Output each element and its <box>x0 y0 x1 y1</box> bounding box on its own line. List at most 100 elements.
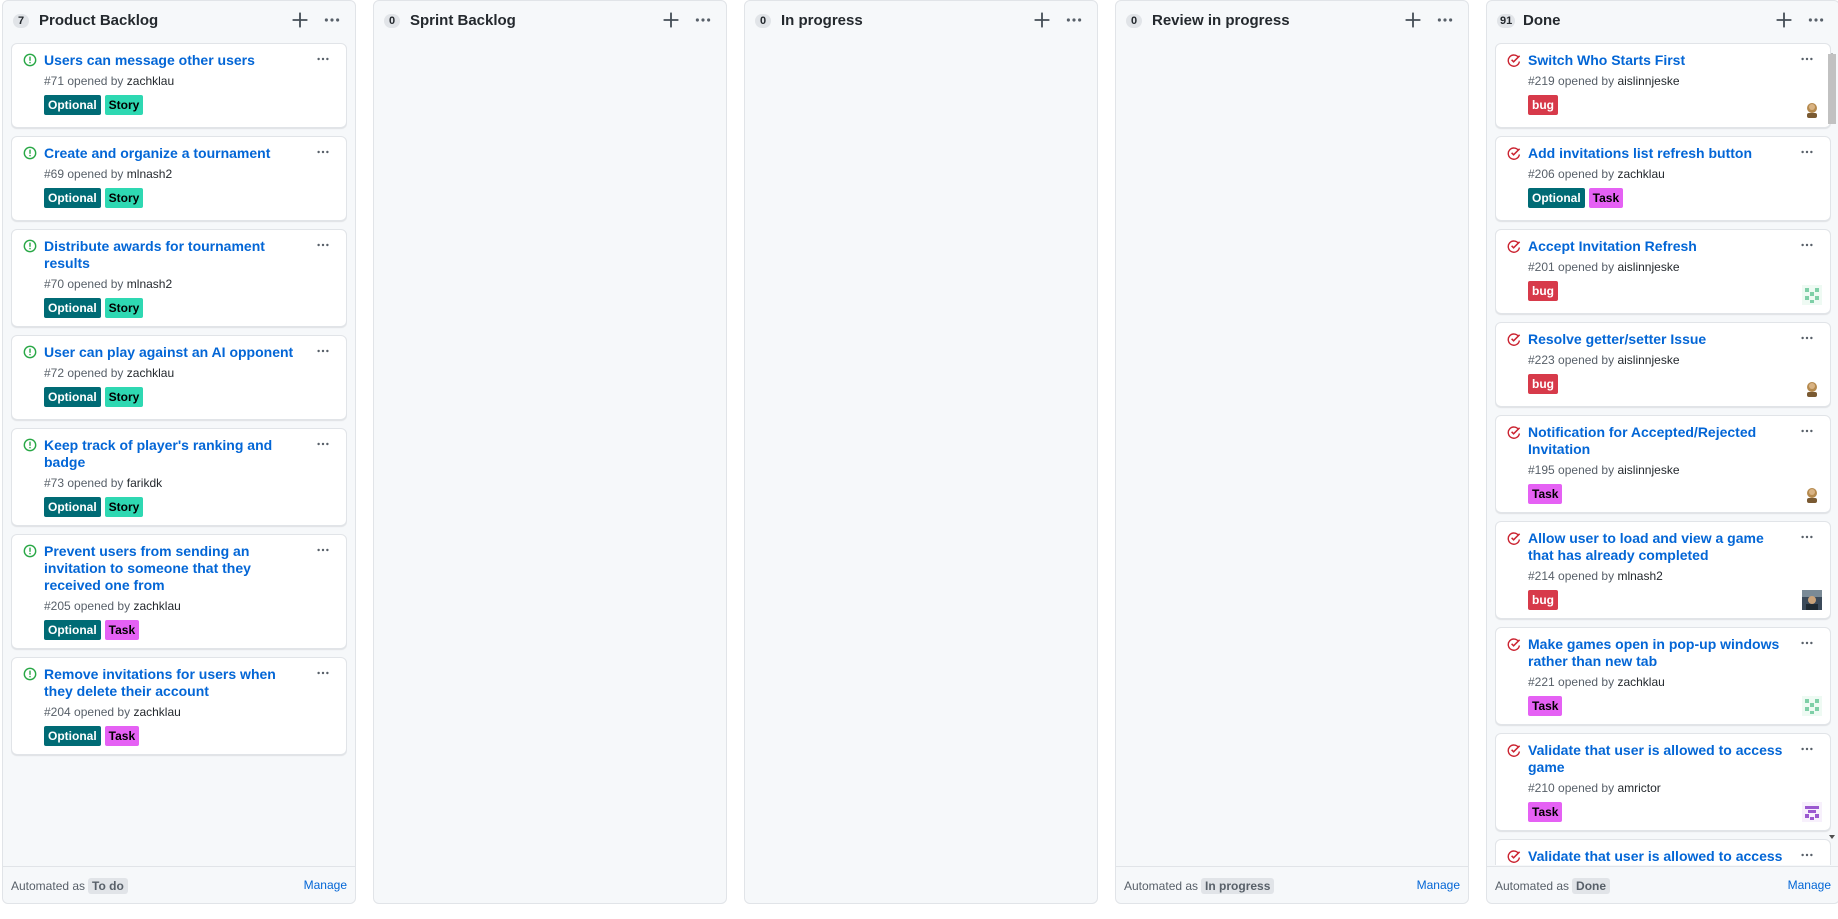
card-menu-dots-icon[interactable] <box>314 666 332 680</box>
issue-title-link[interactable]: Switch Who Starts First <box>1528 52 1784 69</box>
issue-author[interactable]: farikdk <box>127 476 162 490</box>
issue-title-link[interactable]: Remove invitations for users when they d… <box>44 666 300 700</box>
scroll-down-arrow-icon[interactable] <box>1827 828 1837 839</box>
label-optional[interactable]: Optional <box>44 726 101 746</box>
issue-title-link[interactable]: Make games open in pop-up windows rather… <box>1528 636 1784 670</box>
card-menu-dots-icon[interactable] <box>314 52 332 66</box>
card-menu-dots-icon[interactable] <box>314 145 332 159</box>
card-menu-dots-icon[interactable] <box>1798 742 1816 756</box>
add-card-plus-icon[interactable] <box>1033 11 1051 29</box>
issue-card[interactable]: Make games open in pop-up windows rather… <box>1495 627 1831 725</box>
issue-card[interactable]: Remove invitations for users when they d… <box>11 657 347 755</box>
issue-author[interactable]: zachklau <box>127 366 174 380</box>
label-task[interactable]: Task <box>1528 696 1563 716</box>
scroll-up-arrow-icon[interactable] <box>1827 46 1837 57</box>
issue-author[interactable]: zachklau <box>1617 675 1664 689</box>
assignee-avatar[interactable] <box>1802 378 1822 398</box>
issue-author[interactable]: zachklau <box>1617 167 1664 181</box>
card-menu-dots-icon[interactable] <box>314 543 332 557</box>
issue-author[interactable]: aislinnjeske <box>1617 353 1679 367</box>
add-card-plus-icon[interactable] <box>662 11 680 29</box>
issue-title-link[interactable]: Users can message other users <box>44 52 300 69</box>
manage-automation-link[interactable]: Manage <box>1788 878 1831 892</box>
label-optional[interactable]: Optional <box>44 497 101 517</box>
label-optional[interactable]: Optional <box>44 95 101 115</box>
assignee-avatar[interactable] <box>1802 696 1822 716</box>
card-menu-dots-icon[interactable] <box>1798 424 1816 438</box>
label-task[interactable]: Task <box>104 726 140 746</box>
label-task[interactable]: Task <box>1528 802 1563 822</box>
add-card-plus-icon[interactable] <box>1404 11 1422 29</box>
label-optional[interactable]: Optional <box>44 387 101 407</box>
issue-title-link[interactable]: Resolve getter/setter Issue <box>1528 331 1784 348</box>
issue-title-link[interactable]: Keep track of player's ranking and badge <box>44 437 300 471</box>
issue-author[interactable]: zachklau <box>133 599 180 613</box>
issue-title-link[interactable]: Create and organize a tournament <box>44 145 300 162</box>
issue-author[interactable]: aislinnjeske <box>1617 74 1679 88</box>
label-bug[interactable]: bug <box>1528 590 1558 610</box>
issue-author[interactable]: amrictor <box>1617 781 1660 795</box>
issue-card[interactable]: User can play against an AI opponent #72 … <box>11 335 347 420</box>
label-story[interactable]: Story <box>104 497 144 517</box>
issue-card[interactable]: Keep track of player's ranking and badge… <box>11 428 347 526</box>
label-story[interactable]: Story <box>104 387 144 407</box>
assignee-avatar[interactable] <box>1802 802 1822 822</box>
column-scrollbar[interactable] <box>1827 46 1837 839</box>
issue-author[interactable]: aislinnjeske <box>1617 463 1679 477</box>
label-bug[interactable]: bug <box>1528 281 1558 301</box>
card-menu-dots-icon[interactable] <box>1798 238 1816 252</box>
issue-title-link[interactable]: Validate that user is allowed to access … <box>1528 848 1784 865</box>
issue-card[interactable]: Allow user to load and view a game that … <box>1495 521 1831 619</box>
scrollbar-thumb[interactable] <box>1828 54 1836 124</box>
issue-title-link[interactable]: Accept Invitation Refresh <box>1528 238 1784 255</box>
label-bug[interactable]: bug <box>1528 95 1558 115</box>
label-optional[interactable]: Optional <box>44 298 101 318</box>
card-menu-dots-icon[interactable] <box>314 238 332 252</box>
card-menu-dots-icon[interactable] <box>1798 331 1816 345</box>
card-menu-dots-icon[interactable] <box>1798 52 1816 66</box>
issue-card[interactable]: Validate that user is allowed to access … <box>1495 733 1831 831</box>
manage-automation-link[interactable]: Manage <box>1417 878 1460 892</box>
issue-card[interactable]: Accept Invitation Refresh #201 opened by … <box>1495 229 1831 314</box>
issue-card[interactable]: Prevent users from sending an invitation… <box>11 534 347 649</box>
card-menu-dots-icon[interactable] <box>314 344 332 358</box>
issue-author[interactable]: zachklau <box>133 705 180 719</box>
issue-title-link[interactable]: Prevent users from sending an invitation… <box>44 543 300 594</box>
issue-title-link[interactable]: Validate that user is allowed to access … <box>1528 742 1784 776</box>
label-task[interactable]: Task <box>1528 484 1563 504</box>
column-menu-dots-icon[interactable] <box>1807 11 1825 29</box>
issue-card[interactable]: Resolve getter/setter Issue #223 opened b… <box>1495 322 1831 407</box>
card-menu-dots-icon[interactable] <box>1798 848 1816 862</box>
card-menu-dots-icon[interactable] <box>314 437 332 451</box>
add-card-plus-icon[interactable] <box>1775 11 1793 29</box>
manage-automation-link[interactable]: Manage <box>304 878 347 892</box>
issue-title-link[interactable]: Distribute awards for tournament results <box>44 238 300 272</box>
card-menu-dots-icon[interactable] <box>1798 145 1816 159</box>
label-task[interactable]: Task <box>1588 188 1624 208</box>
column-menu-dots-icon[interactable] <box>323 11 341 29</box>
label-optional[interactable]: Optional <box>44 188 101 208</box>
label-story[interactable]: Story <box>104 95 144 115</box>
column-menu-dots-icon[interactable] <box>694 11 712 29</box>
add-card-plus-icon[interactable] <box>291 11 309 29</box>
issue-author[interactable]: mlnash2 <box>127 167 172 181</box>
issue-card[interactable]: Switch Who Starts First #219 opened by ai… <box>1495 43 1831 128</box>
label-story[interactable]: Story <box>104 188 144 208</box>
card-menu-dots-icon[interactable] <box>1798 636 1816 650</box>
issue-card[interactable]: Add invitations list refresh button #206 … <box>1495 136 1831 221</box>
issue-author[interactable]: mlnash2 <box>1617 569 1662 583</box>
issue-title-link[interactable]: User can play against an AI opponent <box>44 344 300 361</box>
issue-title-link[interactable]: Notification for Accepted/Rejected Invit… <box>1528 424 1784 458</box>
issue-author[interactable]: aislinnjeske <box>1617 260 1679 274</box>
assignee-avatar[interactable] <box>1802 590 1822 610</box>
label-story[interactable]: Story <box>104 298 144 318</box>
issue-card[interactable]: Validate that user is allowed to access … <box>1495 839 1831 865</box>
issue-title-link[interactable]: Allow user to load and view a game that … <box>1528 530 1784 564</box>
issue-card[interactable]: Users can message other users #71 opened … <box>11 43 347 128</box>
assignee-avatar[interactable] <box>1802 285 1822 305</box>
label-optional[interactable]: Optional <box>44 620 101 640</box>
column-menu-dots-icon[interactable] <box>1436 11 1454 29</box>
issue-card[interactable]: Distribute awards for tournament results… <box>11 229 347 327</box>
issue-title-link[interactable]: Add invitations list refresh button <box>1528 145 1784 162</box>
issue-card[interactable]: Create and organize a tournament #69 open… <box>11 136 347 221</box>
